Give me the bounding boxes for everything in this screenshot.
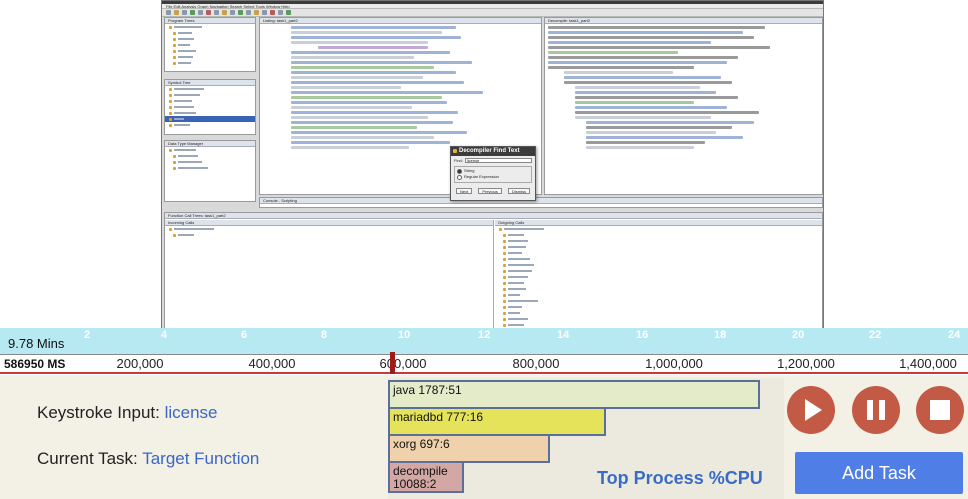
ms-tick: 600,000: [379, 356, 427, 371]
function-call-trees-title: Function Call Trees: task1_part2: [165, 213, 822, 219]
stop-button[interactable]: [916, 386, 964, 434]
process-bar: java 1787:51: [388, 380, 760, 409]
ms-tick: 1,000,000: [645, 356, 703, 371]
minute-tick: 10: [398, 329, 411, 341]
minute-tick: 18: [714, 329, 727, 341]
tool-icon[interactable]: [222, 10, 227, 15]
ms-tick: 400,000: [248, 356, 296, 371]
process-bar: xorg 697:6: [388, 434, 550, 463]
data-type-manager-panel[interactable]: Data Type Manager: [164, 140, 256, 202]
stop-icon: [930, 400, 950, 420]
milliseconds-label: 586950 MS: [4, 357, 66, 371]
top-process-title: Top Process %CPU: [597, 468, 763, 488]
ms-tick: 800,000: [512, 356, 560, 371]
previous-button[interactable]: Previous: [478, 188, 502, 194]
minute-tick: 14: [557, 329, 570, 341]
tool-icon[interactable]: [214, 10, 219, 15]
ghidra-video-frame: File Edit Analysis Graph Navigation Sear…: [161, 0, 824, 345]
find-label: Find:: [454, 158, 463, 163]
next-button[interactable]: Next: [456, 188, 473, 194]
function-call-trees-panel[interactable]: Function Call Trees: task1_part2 Incomin…: [164, 212, 823, 344]
minute-tick: 2: [84, 329, 91, 341]
tool-icon[interactable]: [230, 10, 235, 15]
tool-icon[interactable]: [238, 10, 243, 15]
pause-button[interactable]: [852, 386, 900, 434]
current-task-label: Current Task:: [37, 449, 143, 468]
minute-tick: 22: [869, 329, 882, 341]
ms-tick: 1,200,000: [777, 356, 835, 371]
find-input[interactable]: license: [464, 158, 532, 163]
tool-icon[interactable]: [262, 10, 267, 15]
minute-tick: 4: [161, 329, 168, 341]
minute-tick: 20: [792, 329, 805, 341]
symbol-tree-panel[interactable]: Symbol Tree: [164, 79, 256, 135]
console-panel[interactable]: Console - Scripting: [259, 197, 823, 208]
program-trees-panel[interactable]: Program Trees: [164, 17, 256, 72]
tool-icon[interactable]: [246, 10, 251, 15]
add-task-button[interactable]: Add Task: [795, 452, 963, 494]
minute-tick: 6: [241, 329, 248, 341]
decompiler-find-dialog[interactable]: Decompiler Find Text Find: license Strin…: [450, 146, 536, 201]
incoming-calls-pane[interactable]: Incoming Calls: [165, 220, 494, 343]
process-bar: decompile 10088:2: [388, 461, 464, 493]
tool-icon[interactable]: [174, 10, 179, 15]
keystroke-input-value: license: [164, 403, 218, 422]
keystroke-input-line: Keystroke Input: license: [37, 403, 218, 423]
current-task-line: Current Task: Target Function: [37, 449, 259, 469]
elapsed-minutes-label: 9.78 Mins: [8, 336, 65, 351]
minute-tick: 24: [948, 329, 961, 341]
play-button[interactable]: [787, 386, 835, 434]
ms-tick: 200,000: [116, 356, 164, 371]
decompiler-panel[interactable]: Decompile: task1_part2: [544, 17, 823, 195]
tool-icon[interactable]: [190, 10, 195, 15]
minute-tick: 8: [321, 329, 328, 341]
keystroke-input-label: Keystroke Input:: [37, 403, 165, 422]
minute-tick: 12: [478, 329, 491, 341]
regex-radio[interactable]: Regular Expression: [457, 174, 529, 180]
tool-icon[interactable]: [278, 10, 283, 15]
tool-icon[interactable]: [270, 10, 275, 15]
ghidra-toolbar[interactable]: [162, 9, 823, 17]
dismiss-button[interactable]: Dismiss: [507, 188, 530, 194]
tool-icon[interactable]: [182, 10, 187, 15]
pause-icon: [867, 400, 885, 420]
outgoing-calls-pane[interactable]: Outgoing Calls: [495, 220, 822, 343]
find-dialog-title: Decompiler Find Text: [451, 147, 535, 156]
tool-icon[interactable]: [198, 10, 203, 15]
current-task-value: Target Function: [142, 449, 260, 468]
timeline-playhead[interactable]: [390, 352, 395, 374]
play-icon: [805, 399, 822, 421]
console-title: Console - Scripting: [260, 198, 822, 204]
find-options-group: String Regular Expression: [454, 166, 532, 183]
tool-icon[interactable]: [166, 10, 171, 15]
process-bar: mariadbd 777:16: [388, 407, 606, 436]
tool-icon[interactable]: [286, 10, 291, 15]
minute-tick: 16: [636, 329, 649, 341]
tool-icon[interactable]: [254, 10, 259, 15]
tool-icon[interactable]: [206, 10, 211, 15]
ms-tick: 1,400,000: [899, 356, 957, 371]
